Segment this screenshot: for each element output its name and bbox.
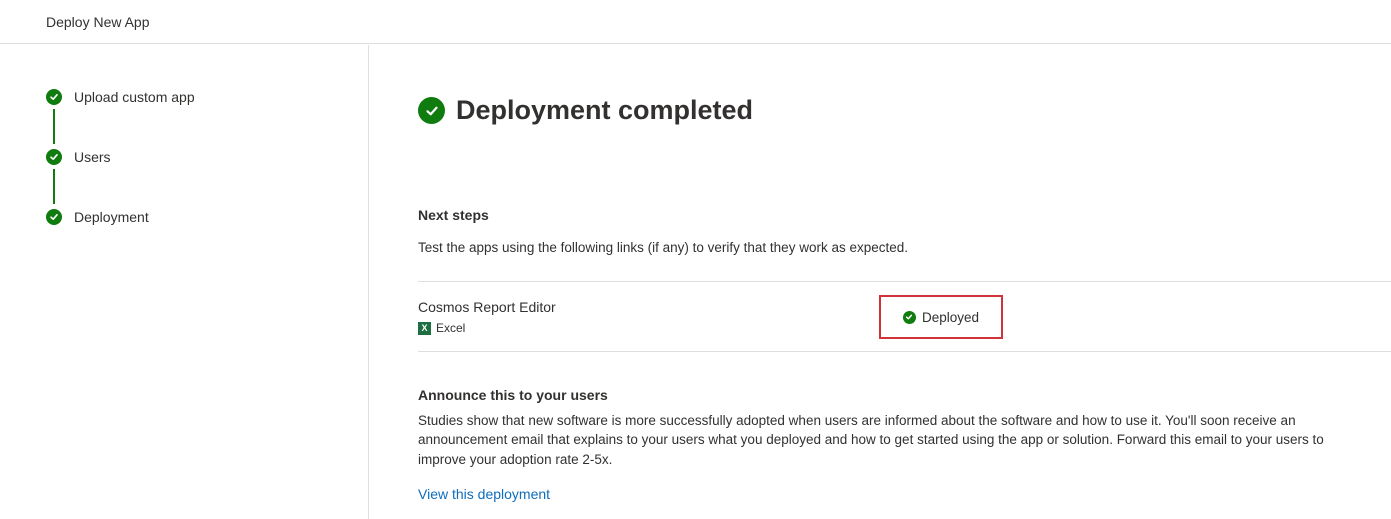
announce-line-3: improve your adoption rate 2-5x. xyxy=(418,452,613,467)
heading-text: Deployment completed xyxy=(456,95,754,125)
app-type: X Excel xyxy=(418,321,465,335)
step-label: Users xyxy=(74,149,111,165)
announce-line-1: Studies show that new software is more s… xyxy=(418,413,1296,428)
step-deployment[interactable]: Deployment xyxy=(46,208,149,226)
app-name: Cosmos Report Editor xyxy=(418,299,556,315)
announce-title: Announce this to your users xyxy=(418,387,608,403)
app-type-label: Excel xyxy=(436,321,466,335)
checkmark-icon xyxy=(46,149,62,165)
excel-icon: X xyxy=(418,321,431,335)
view-deployment-link[interactable]: View this deployment xyxy=(418,486,550,502)
announce-line-2: announcement email that explains to your… xyxy=(418,432,1324,447)
checkmark-icon xyxy=(46,209,62,225)
step-users[interactable]: Users xyxy=(46,148,111,166)
page-title: Deploy New App xyxy=(46,14,150,30)
step-connector xyxy=(53,169,55,204)
checkmark-icon xyxy=(902,310,916,324)
next-steps-description: Test the apps using the following links … xyxy=(418,240,908,255)
step-connector xyxy=(53,109,55,144)
divider xyxy=(418,351,1391,352)
top-bar: Deploy New App xyxy=(0,0,1391,44)
step-label: Deployment xyxy=(74,209,149,225)
step-upload-custom-app[interactable]: Upload custom app xyxy=(46,88,195,106)
checkmark-icon xyxy=(46,89,62,105)
wizard-sidebar: Upload custom app Users Deployment xyxy=(0,45,369,519)
completion-heading: Deployment completed xyxy=(418,95,753,126)
status-text: Deployed xyxy=(921,309,980,325)
next-steps-title: Next steps xyxy=(418,207,489,223)
status-badge: Deployed xyxy=(879,295,1003,339)
step-label: Upload custom app xyxy=(74,89,195,105)
success-check-icon xyxy=(418,97,445,124)
divider xyxy=(418,281,1391,282)
